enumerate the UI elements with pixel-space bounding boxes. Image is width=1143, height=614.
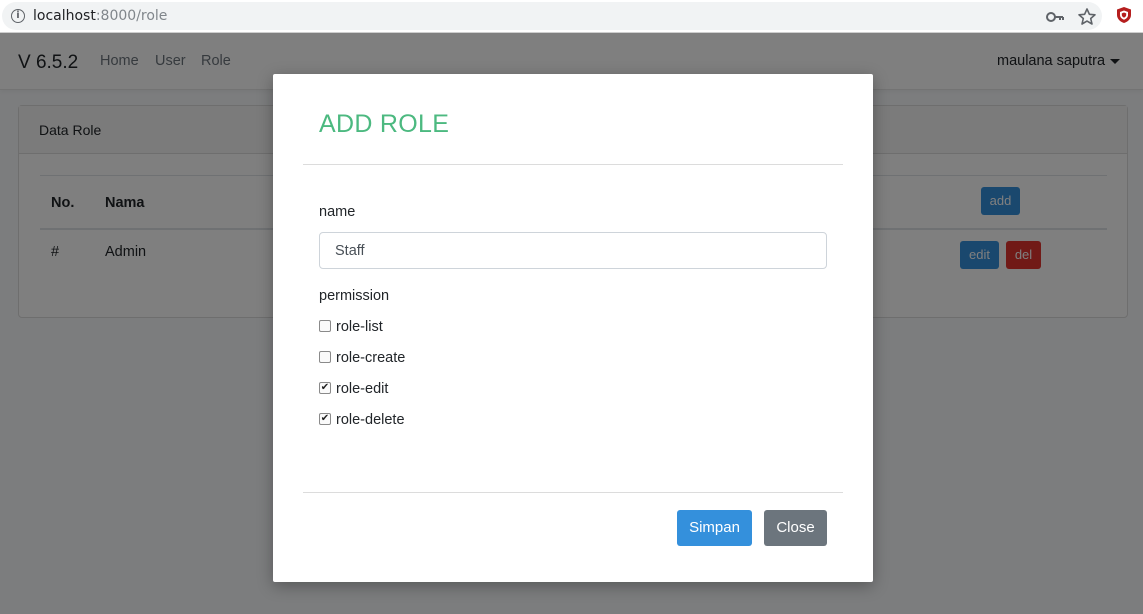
star-icon[interactable] [1077,7,1097,27]
info-icon[interactable]: i [11,9,25,23]
permission-label-role-list: role-list [336,319,383,335]
name-input[interactable] [319,232,827,269]
permission-label: permission [319,288,390,304]
permission-label-role-create: role-create [336,350,406,366]
checkbox-role-delete[interactable]: ✔ [319,413,331,425]
browser-toolbar: i localhost:8000/role [0,0,1143,33]
save-button[interactable]: Simpan [677,510,752,546]
close-button[interactable]: Close [764,510,827,546]
checkbox-role-list[interactable] [319,320,331,332]
name-label: name [319,204,356,220]
url-path: :8000/role [95,8,168,24]
permission-label-role-edit: role-edit [336,381,389,397]
modal-header-divider [303,164,843,165]
shield-icon[interactable] [1116,6,1132,24]
url-host: localhost [33,8,96,24]
checkbox-role-edit[interactable]: ✔ [319,382,331,394]
url-text[interactable]: localhost:8000/role [33,8,167,24]
permission-label-role-delete: role-delete [336,412,405,428]
modal-footer-divider [303,492,843,493]
key-icon[interactable] [1045,8,1065,26]
checkbox-role-create[interactable] [319,351,331,363]
address-bar[interactable]: i localhost:8000/role [2,2,1102,30]
add-role-modal: ADD ROLE name permission role-list role-… [273,74,873,582]
modal-title: ADD ROLE [319,110,450,138]
